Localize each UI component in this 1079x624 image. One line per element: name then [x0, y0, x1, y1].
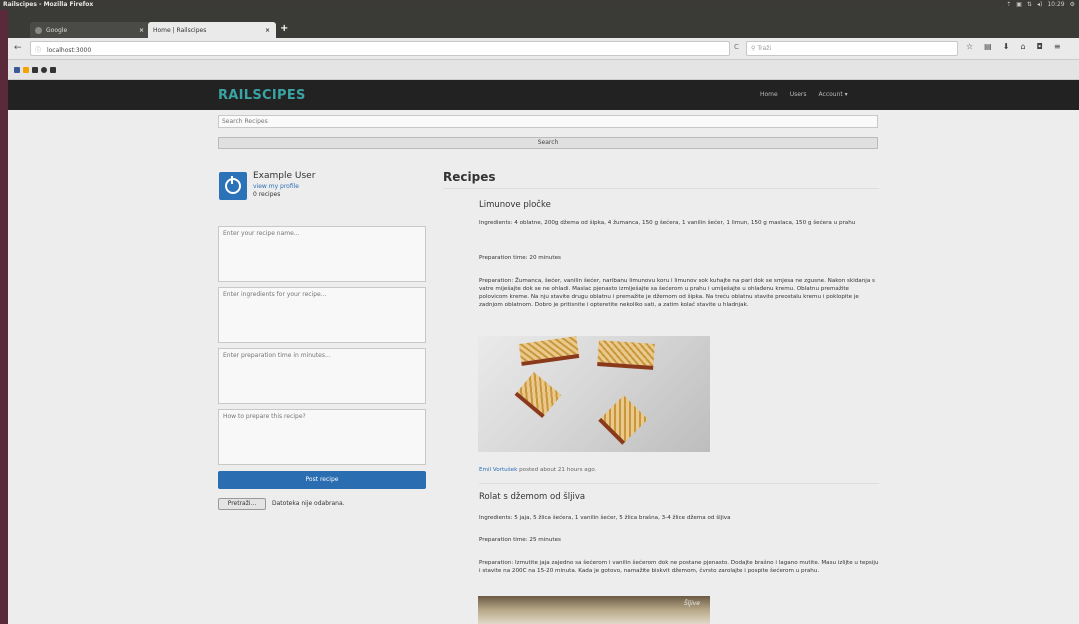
- github-bookmark-icon[interactable]: [41, 66, 47, 73]
- file-status-label: Datoteka nije odabrana.: [272, 500, 345, 507]
- tab-label: Google: [46, 26, 68, 34]
- url-text: localhost:3000: [46, 47, 92, 54]
- system-tray: ⇡ ▣ ⇅ ◂) 10:29 ⚙: [1006, 1, 1075, 8]
- os-title-bar: Railscipes - Mozilla Firefox ⇡ ▣ ⇅ ◂) 10…: [0, 0, 1079, 10]
- cookie-shape: [598, 395, 648, 445]
- recipe-preparation: Preparation: Izmutite jaja zajedno sa še…: [479, 560, 879, 574]
- bookmark-icon[interactable]: [50, 66, 56, 73]
- transfer-icon[interactable]: ⇅: [1027, 1, 1032, 8]
- site-logo[interactable]: RAILSCIPES: [218, 88, 306, 103]
- nav-account-dropdown[interactable]: Account ▾: [819, 91, 848, 98]
- google-favicon-icon: [35, 26, 42, 34]
- feed-title: Recipes: [443, 170, 496, 184]
- recipe-preparation: Preparation: Žumanca, šećer, vanilin šeć…: [479, 278, 875, 308]
- navigation-bar: ← ⓘ localhost:3000 C ⚲ Traži ☆ ▤ ⬇ ⌂ ◘ ≡: [8, 38, 1079, 60]
- keyboard-icon[interactable]: ▣: [1016, 1, 1022, 8]
- tab-label: Home | Railscipes: [153, 26, 207, 34]
- site-navbar: RAILSCIPES Home Users Account ▾: [8, 80, 1079, 110]
- photo-watermark: Šljive: [683, 600, 700, 607]
- browser-search-input[interactable]: ⚲ Traži: [746, 41, 958, 56]
- window-title: Railscipes - Mozilla Firefox: [3, 1, 94, 8]
- web-page: RAILSCIPES Home Users Account ▾ Search E…: [8, 80, 1079, 624]
- recipe-name-field[interactable]: [218, 226, 426, 282]
- bookmark-icon[interactable]: [23, 66, 29, 73]
- recipe-title: Rolat s džemom od šljiva: [479, 492, 586, 502]
- back-button[interactable]: ←: [14, 43, 22, 53]
- view-profile-link[interactable]: view my profile: [253, 183, 299, 190]
- recipe-prep-time: Preparation time: 25 minutes: [479, 537, 561, 543]
- recipe-count: 0 recipes: [253, 191, 281, 198]
- ingredients-field[interactable]: [218, 287, 426, 343]
- user-name: Example User: [253, 171, 316, 181]
- recipe-author-line: Emil Vortušek posted about 21 hours ago.: [479, 467, 596, 473]
- power-icon: [225, 176, 241, 194]
- preparation-field[interactable]: [218, 409, 426, 465]
- network-icon[interactable]: ⇡: [1006, 1, 1011, 8]
- bookmark-star-icon[interactable]: ☆: [966, 42, 973, 51]
- recipe-photo: [478, 336, 710, 452]
- avatar[interactable]: [219, 172, 247, 200]
- site-nav-links: Home Users Account ▾: [760, 91, 848, 98]
- download-icon[interactable]: ⬇: [1003, 42, 1010, 51]
- browser-search-placeholder: Traži: [757, 45, 772, 52]
- nav-users-link[interactable]: Users: [790, 91, 807, 98]
- recipe-title: Limunove pločke: [479, 200, 551, 210]
- divider: [479, 483, 879, 484]
- close-tab-icon[interactable]: ×: [265, 27, 270, 34]
- tab-bar: Google × Home | Railscipes × +: [8, 10, 1079, 38]
- nav-home-link[interactable]: Home: [760, 91, 778, 98]
- recipe-photo: Šljive: [478, 596, 710, 624]
- divider: [443, 188, 879, 189]
- tab-google[interactable]: Google ×: [30, 22, 150, 38]
- recipe-ingredients: Ingredients: 4 oblatne, 200g džema od ši…: [479, 220, 856, 226]
- cookie-shape: [518, 336, 580, 366]
- file-browse-button[interactable]: Pretraži...: [218, 498, 266, 510]
- pocket-icon[interactable]: ◘: [1037, 42, 1043, 51]
- posted-time: posted about 21 hours ago.: [517, 467, 597, 473]
- search-button[interactable]: Search: [218, 137, 878, 149]
- cookie-shape: [514, 371, 562, 419]
- new-tab-button[interactable]: +: [280, 23, 288, 35]
- launcher-bar: [0, 10, 8, 624]
- home-icon[interactable]: ⌂: [1020, 42, 1025, 51]
- tab-railscipes[interactable]: Home | Railscipes ×: [148, 22, 276, 38]
- post-recipe-button[interactable]: Post recipe: [218, 471, 426, 489]
- recipe-ingredients: Ingredients: 5 jaja, 5 žlica šećera, 1 v…: [479, 515, 731, 521]
- clock[interactable]: 10:29: [1047, 1, 1064, 8]
- info-icon[interactable]: ⓘ: [35, 47, 41, 54]
- volume-icon[interactable]: ◂): [1037, 1, 1042, 8]
- reload-button[interactable]: C: [734, 43, 739, 51]
- author-link[interactable]: Emil Vortušek: [479, 467, 517, 473]
- facebook-bookmark-icon[interactable]: [14, 66, 20, 73]
- settings-icon[interactable]: ⚙: [1070, 1, 1075, 8]
- bookmark-icon[interactable]: [32, 66, 38, 73]
- library-icon[interactable]: ▤: [984, 42, 992, 51]
- recipe-prep-time: Preparation time: 20 minutes: [479, 255, 561, 261]
- bookmarks-toolbar: [8, 60, 1079, 80]
- prep-time-field[interactable]: [218, 348, 426, 404]
- recipe-search-input[interactable]: [218, 115, 878, 128]
- cookie-shape: [597, 340, 655, 370]
- close-tab-icon[interactable]: ×: [139, 27, 144, 34]
- menu-icon[interactable]: ≡: [1054, 42, 1061, 51]
- url-bar[interactable]: ⓘ localhost:3000: [30, 41, 730, 56]
- toolbar-icons: ☆ ▤ ⬇ ⌂ ◘ ≡: [966, 42, 1061, 51]
